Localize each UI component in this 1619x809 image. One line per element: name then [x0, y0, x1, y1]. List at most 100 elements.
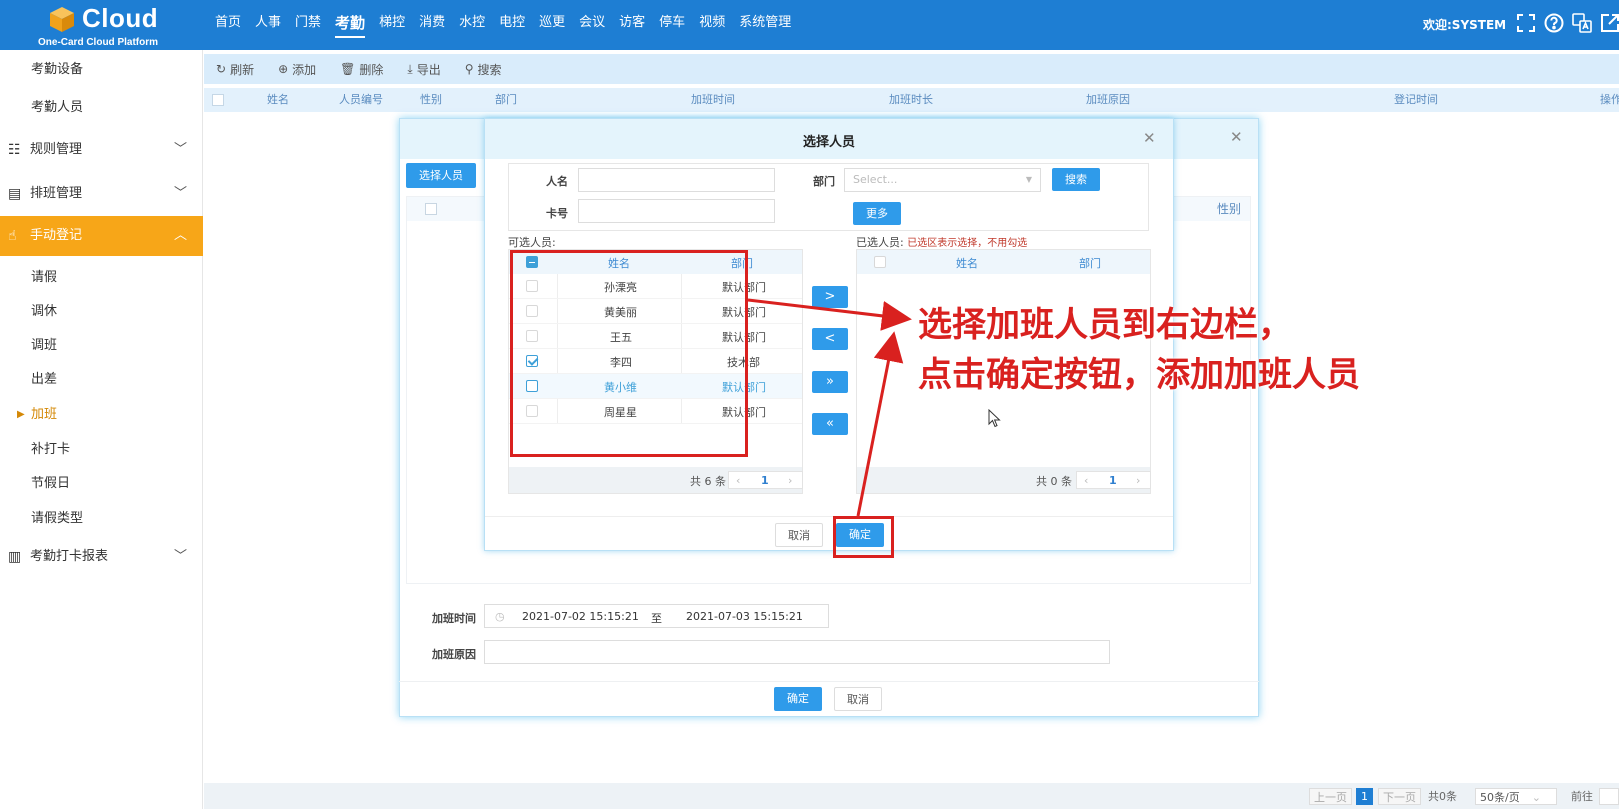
col-overtime-reason[interactable]: 加班原因	[1086, 88, 1130, 112]
selected-hint: 已选区表示选择，不用勾选	[907, 238, 1028, 249]
nav-visitor[interactable]: 访客	[612, 0, 652, 50]
download-icon: ⤓	[407, 61, 413, 76]
external-link-icon[interactable]	[1599, 12, 1619, 34]
overtime-reason-input[interactable]	[484, 640, 1110, 664]
bar-chart-icon: ▥	[8, 549, 22, 565]
fullscreen-icon[interactable]	[1515, 12, 1537, 34]
close-icon[interactable]: ✕	[1230, 128, 1243, 146]
annotation-highlight-ok	[833, 516, 894, 558]
search-button[interactable]: ⚲ 搜索	[465, 61, 502, 78]
col-overtime-time[interactable]: 加班时间	[691, 88, 735, 112]
more-button[interactable]: 更多	[853, 202, 901, 225]
col-staff-no[interactable]: 人员编号	[339, 88, 383, 112]
col-sex: 性别	[1217, 202, 1242, 216]
nav-home[interactable]: 首页	[208, 0, 248, 50]
select-person-cancel-button[interactable]: 取消	[775, 523, 823, 547]
prev-page-button[interactable]: 上一页	[1309, 788, 1352, 805]
dialog-title: 选择人员	[802, 135, 855, 150]
divider	[485, 516, 1173, 517]
add-button[interactable]: ⊕ 添加	[278, 61, 316, 78]
logo[interactable]: Cloud One-Card Cloud Platform	[38, 3, 168, 48]
nav-access[interactable]: 门禁	[288, 0, 328, 50]
nav-attendance[interactable]: 考勤	[328, 0, 372, 50]
annotation-highlight-list	[510, 250, 748, 457]
chevron-left-icon[interactable]: ‹	[736, 474, 740, 487]
sidebar-item-overtime[interactable]: ▶ 加班	[0, 395, 203, 435]
pager: 上一页 1 下一页 共0条 50条/页 ⌄ 前往	[204, 783, 1619, 809]
start-time: 2021-07-02 15:15:21	[522, 610, 639, 623]
nav-parking[interactable]: 停车	[652, 0, 692, 50]
sidebar-group-schedule[interactable]: ▤ 排班管理 ﹀	[0, 174, 203, 214]
annotation-line-2: 点击确定按钮，添加加班人员	[918, 355, 1360, 395]
sidebar-item-holiday[interactable]: 节假日	[0, 464, 203, 504]
logo-subtitle: One-Card Cloud Platform	[38, 37, 159, 48]
sidebar-item-business-trip[interactable]: 出差	[0, 360, 203, 400]
nav-water[interactable]: 水控	[452, 0, 492, 50]
overtime-date-range-input[interactable]: ◷ 2021-07-02 15:15:21 至 2021-07-03 15:15…	[484, 604, 829, 628]
export-button[interactable]: ⤓ 导出	[407, 61, 440, 78]
move-left-button[interactable]: <	[812, 328, 848, 350]
sidebar-group-manual[interactable]: ☝ 手动登记 ︿	[0, 216, 203, 256]
clock-icon: ◷	[495, 610, 505, 623]
logo-word: Cloud	[82, 3, 159, 33]
col-sex[interactable]: 性别	[420, 88, 442, 112]
move-right-button[interactable]: >	[812, 286, 848, 308]
page-size-select[interactable]: 50条/页 ⌄	[1475, 788, 1557, 805]
refresh-button[interactable]: ↻ 刷新	[216, 61, 254, 78]
name-input[interactable]	[578, 168, 775, 192]
chevron-left-icon[interactable]: ‹	[1084, 474, 1088, 487]
select-all-checkbox[interactable]	[425, 203, 437, 215]
chevron-down-icon: ﹀	[173, 142, 187, 157]
card-input[interactable]	[578, 199, 775, 223]
nav-consume[interactable]: 消费	[412, 0, 452, 50]
page-number[interactable]: 1	[761, 474, 769, 487]
top-icons	[1515, 12, 1619, 34]
delete-button[interactable]: 🗑 删除	[340, 61, 383, 78]
nav-elevator[interactable]: 梯控	[372, 0, 412, 50]
chevron-down-icon: ⌄	[1531, 791, 1541, 804]
sidebar-group-rules[interactable]: ☷ 规则管理 ﹀	[0, 130, 203, 170]
sidebar-item-leave-type[interactable]: 请假类型	[0, 499, 203, 539]
move-all-left-button[interactable]: «	[812, 413, 848, 435]
available-pagination: ‹ 1 ›	[728, 471, 803, 489]
overtime-ok-button[interactable]: 确定	[774, 687, 822, 711]
select-all-checkbox[interactable]	[212, 94, 224, 106]
col-register-time[interactable]: 登记时间	[1394, 88, 1438, 112]
sidebar-item-staff[interactable]: 考勤人员	[0, 88, 203, 128]
available-count: 共 6 条	[690, 475, 726, 488]
sidebar-item-label: 加班	[31, 407, 58, 422]
nav-patrol[interactable]: 巡更	[532, 0, 572, 50]
close-icon[interactable]: ✕	[1143, 129, 1156, 147]
nav-power[interactable]: 电控	[492, 0, 532, 50]
nav-meeting[interactable]: 会议	[572, 0, 612, 50]
dept-select[interactable]: Select... ▼	[844, 168, 1041, 192]
welcome-text: 欢迎:SYSTEM	[1423, 18, 1507, 32]
translate-icon[interactable]	[1571, 12, 1593, 34]
page-number[interactable]: 1	[1356, 788, 1373, 805]
person-search-button[interactable]: 搜索	[1052, 168, 1100, 191]
goto-input[interactable]	[1599, 788, 1619, 805]
overtime-cancel-button[interactable]: 取消	[834, 687, 882, 711]
chevron-right-icon[interactable]: ›	[788, 474, 792, 487]
col-actions[interactable]: 操作	[1600, 88, 1619, 112]
nav-system[interactable]: 系统管理	[732, 0, 798, 50]
nav-hr[interactable]: 人事	[248, 0, 288, 50]
move-all-right-button[interactable]: »	[812, 371, 848, 393]
cube-logo-icon	[50, 7, 74, 32]
caret-down-icon: ▼	[1025, 175, 1032, 184]
next-page-button[interactable]: 下一页	[1378, 788, 1421, 805]
col-dept[interactable]: 部门	[495, 88, 517, 112]
page-number[interactable]: 1	[1109, 474, 1117, 487]
chevron-right-icon[interactable]: ›	[1136, 474, 1140, 487]
nav-video[interactable]: 视频	[692, 0, 732, 50]
select-all-checkbox[interactable]	[874, 256, 886, 268]
sidebar-item-device[interactable]: 考勤设备	[0, 50, 203, 90]
toolbar: ↻ 刷新 ⊕ 添加 🗑 删除 ⤓ 导出 ⚲ 搜索	[204, 54, 1619, 84]
list-icon: ☷	[8, 142, 21, 158]
col-overtime-duration[interactable]: 加班时长	[889, 88, 933, 112]
hand-pointer-icon: ☝	[8, 228, 17, 244]
select-person-button[interactable]: 选择人员	[406, 163, 476, 188]
col-name[interactable]: 姓名	[267, 88, 289, 112]
sidebar-group-report[interactable]: ▥ 考勤打卡报表 ﹀	[0, 537, 203, 577]
help-icon[interactable]	[1543, 12, 1565, 34]
